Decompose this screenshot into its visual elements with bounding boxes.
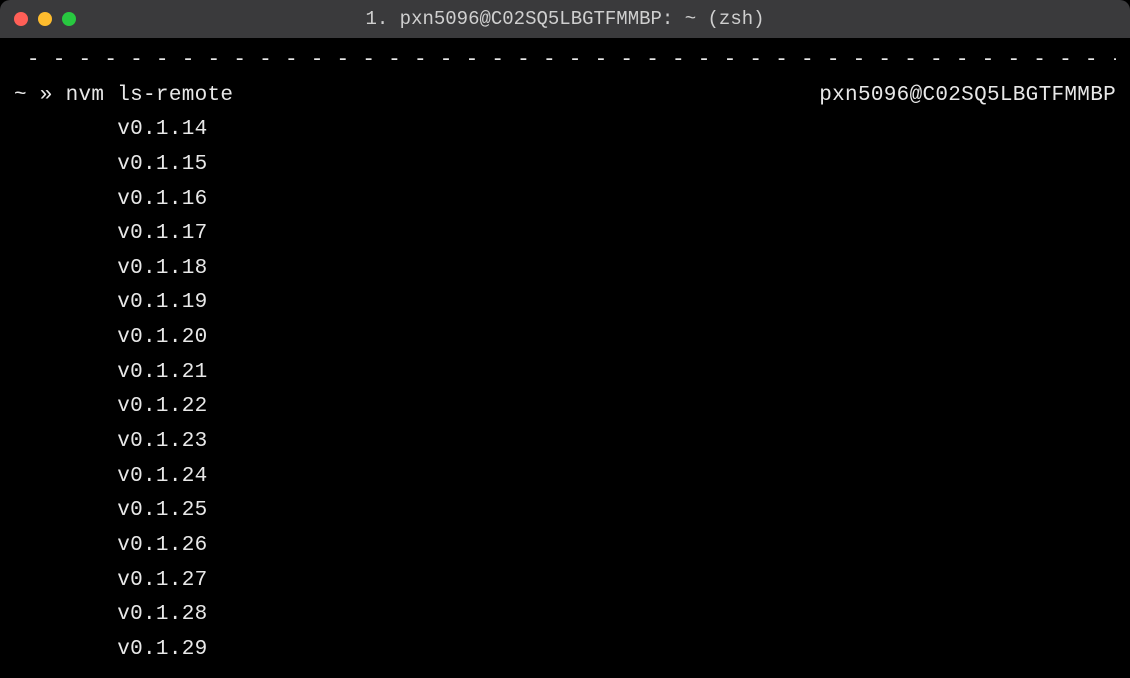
version-line: v0.1.20 bbox=[14, 321, 1116, 356]
version-line: v0.1.21 bbox=[14, 356, 1116, 391]
window-title: 1. pxn5096@C02SQ5LBGTFMMBP: ~ (zsh) bbox=[365, 8, 764, 30]
version-line: v0.1.27 bbox=[14, 564, 1116, 599]
prompt-line: ~ » nvm ls-remote pxn5096@C02SQ5LBGTFMMB… bbox=[14, 79, 1116, 114]
titlebar: 1. pxn5096@C02SQ5LBGTFMMBP: ~ (zsh) bbox=[0, 0, 1130, 38]
version-line: v0.1.29 bbox=[14, 633, 1116, 668]
minimize-icon[interactable] bbox=[38, 12, 52, 26]
version-line: v0.1.24 bbox=[14, 460, 1116, 495]
divider-line: - - - - - - - - - - - - - - - - - - - - … bbox=[14, 44, 1116, 79]
version-line: v0.1.15 bbox=[14, 148, 1116, 183]
version-line: v0.1.18 bbox=[14, 252, 1116, 287]
terminal-body[interactable]: - - - - - - - - - - - - - - - - - - - - … bbox=[0, 38, 1130, 678]
version-line: v0.1.23 bbox=[14, 425, 1116, 460]
command-text: nvm ls-remote bbox=[66, 84, 234, 107]
window-controls bbox=[14, 12, 76, 26]
prompt-right-info: pxn5096@C02SQ5LBGTFMMBP bbox=[819, 79, 1116, 114]
close-icon[interactable] bbox=[14, 12, 28, 26]
version-line: v0.1.19 bbox=[14, 286, 1116, 321]
version-line: v0.1.28 bbox=[14, 598, 1116, 633]
version-line: v0.1.17 bbox=[14, 217, 1116, 252]
version-line: v0.1.22 bbox=[14, 390, 1116, 425]
prompt-left: ~ » nvm ls-remote bbox=[14, 79, 233, 114]
prompt-symbol: ~ » bbox=[14, 84, 66, 107]
version-line: v0.1.14 bbox=[14, 113, 1116, 148]
output-container: v0.1.14 v0.1.15 v0.1.16 v0.1.17 v0.1.18 … bbox=[14, 113, 1116, 667]
version-line: v0.1.16 bbox=[14, 183, 1116, 218]
version-line: v0.1.26 bbox=[14, 529, 1116, 564]
version-line: v0.1.25 bbox=[14, 494, 1116, 529]
maximize-icon[interactable] bbox=[62, 12, 76, 26]
